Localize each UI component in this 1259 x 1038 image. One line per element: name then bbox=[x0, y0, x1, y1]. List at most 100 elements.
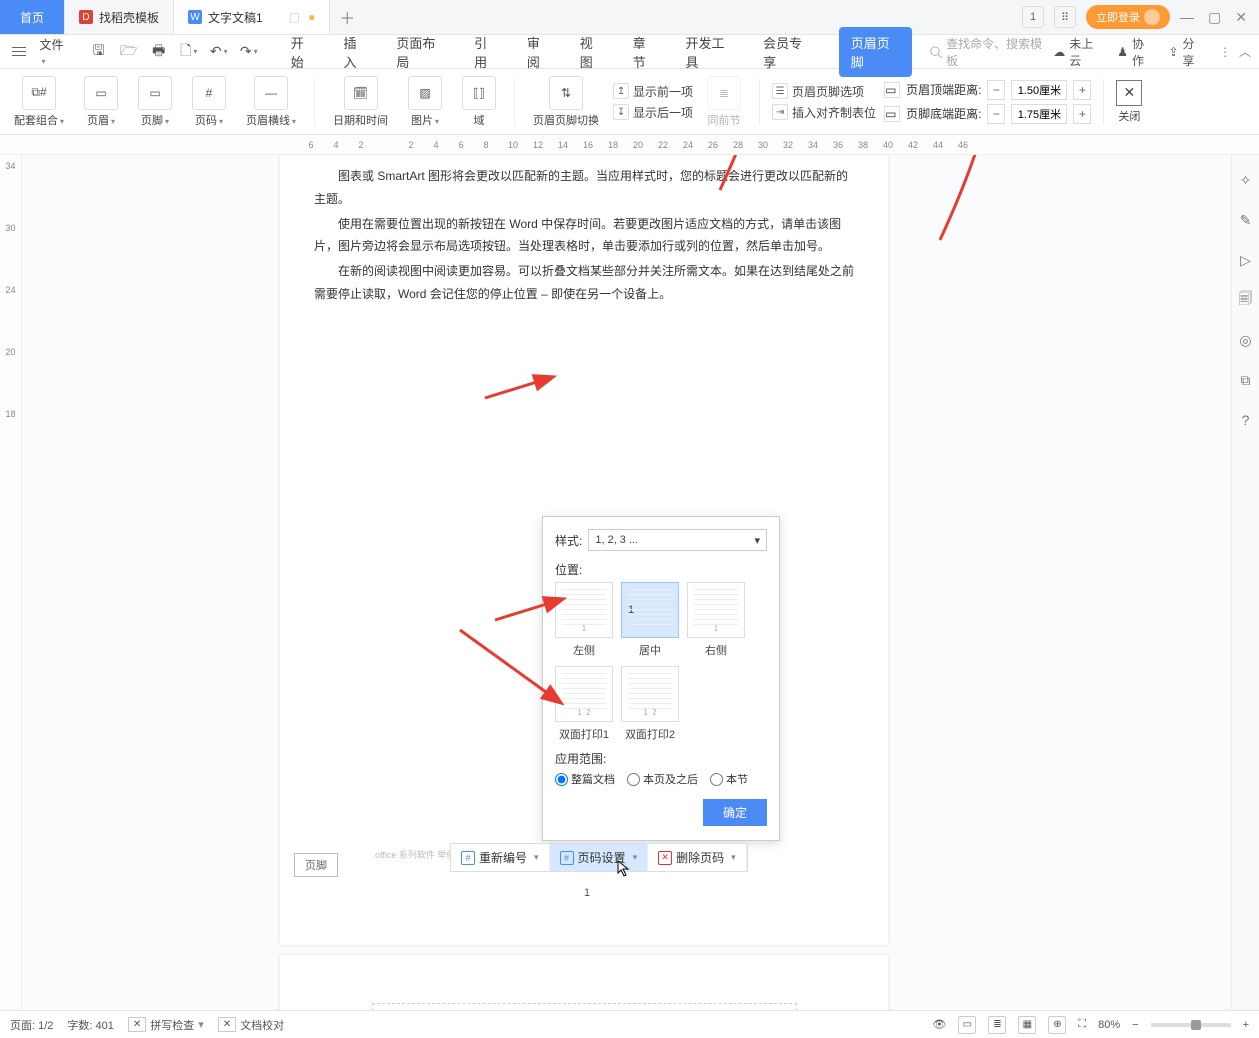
pen-icon[interactable]: ✎ bbox=[1237, 211, 1255, 229]
word-count[interactable]: 字数: 401 bbox=[67, 1017, 113, 1033]
sparkle-icon[interactable]: ✧ bbox=[1237, 171, 1255, 189]
zoom-value[interactable]: 80% bbox=[1098, 1019, 1120, 1031]
menu-review[interactable]: 审阅 bbox=[525, 27, 554, 77]
hdr-minus[interactable]: − bbox=[987, 80, 1005, 100]
file-menu[interactable]: 文件 bbox=[31, 36, 76, 67]
minimize-button[interactable]: — bbox=[1180, 9, 1194, 26]
hdr-plus[interactable]: + bbox=[1073, 80, 1091, 100]
style-select[interactable]: 1, 2, 3 ...▾ bbox=[588, 529, 767, 551]
pointer-icon[interactable]: ▷ bbox=[1237, 251, 1255, 269]
field-icon[interactable]: ⟦⟧ bbox=[462, 76, 496, 110]
hf-options[interactable]: ☰页眉页脚选项 bbox=[772, 83, 876, 100]
tab-templates[interactable]: D 找稻壳模板 bbox=[65, 0, 174, 34]
combo-label[interactable]: 配套组合 bbox=[14, 112, 64, 128]
ftr-dist-input[interactable] bbox=[1011, 104, 1067, 124]
search-command[interactable]: 查找命令、搜索模板 bbox=[929, 35, 1052, 69]
share-button[interactable]: ⇪分享 bbox=[1168, 35, 1205, 69]
close-headerfooter[interactable]: ✕ 关闭 bbox=[1116, 80, 1142, 124]
hdr-dist-input[interactable] bbox=[1011, 80, 1067, 100]
pos-right[interactable]: 1 bbox=[687, 582, 745, 638]
hamburger-icon[interactable] bbox=[8, 47, 29, 56]
view-page-icon[interactable]: ▭ bbox=[958, 1016, 976, 1034]
ftr-minus[interactable]: − bbox=[987, 104, 1005, 124]
menu-pagelayout[interactable]: 页面布局 bbox=[394, 27, 448, 77]
combo-icon[interactable]: ⧉# bbox=[22, 76, 56, 110]
image-icon[interactable]: ▨ bbox=[408, 76, 442, 110]
qat-redo-icon[interactable]: ↷ bbox=[239, 42, 259, 62]
document-body[interactable]: 图表或 SmartArt 图形将会更改以匹配新的主题。当应用样式时，您的标题会进… bbox=[280, 155, 888, 306]
qat-undo-icon[interactable]: ↶ bbox=[209, 42, 229, 62]
qat-save-icon[interactable]: 🖫 bbox=[89, 42, 109, 62]
radio-this-and-after[interactable]: 本页及之后 bbox=[627, 771, 698, 787]
same-prev-icon[interactable]: ≣ bbox=[707, 76, 741, 110]
show-next[interactable]: ↧显示后一项 bbox=[613, 104, 693, 121]
pos-duplex1[interactable]: 1 2 bbox=[555, 666, 613, 722]
pos-center[interactable]: 1 bbox=[621, 582, 679, 638]
renumber-button[interactable]: #重新编号 bbox=[451, 844, 550, 871]
spellcheck-button[interactable]: ✕拼写检查▾ bbox=[128, 1017, 204, 1033]
header-icon[interactable]: ▭ bbox=[84, 76, 118, 110]
maximize-button[interactable]: ▢ bbox=[1208, 9, 1221, 26]
target-icon[interactable]: ◎ bbox=[1237, 331, 1255, 349]
window-count-icon[interactable]: 1 bbox=[1022, 6, 1044, 28]
zoom-slider[interactable] bbox=[1151, 1023, 1231, 1027]
delete-pagenum-button[interactable]: ✕删除页码 bbox=[648, 844, 747, 871]
view-outline-icon[interactable]: ≣ bbox=[988, 1016, 1006, 1034]
hf-toggle-icon[interactable]: ⇅ bbox=[549, 76, 583, 110]
pagenum-icon[interactable]: # bbox=[192, 76, 226, 110]
menu-headerfooter[interactable]: 页眉页脚 bbox=[839, 27, 913, 77]
qat-open-icon[interactable]: 🗁 bbox=[119, 42, 139, 62]
header-edit-area[interactable] bbox=[372, 1003, 797, 1010]
tab-home[interactable]: 首页 bbox=[0, 0, 65, 34]
login-button[interactable]: 立即登录 bbox=[1086, 5, 1170, 29]
help-icon[interactable]: ? bbox=[1237, 411, 1255, 429]
more-icon[interactable]: ⋮ bbox=[1219, 45, 1231, 59]
vertical-ruler[interactable]: 3430242018 bbox=[0, 155, 22, 1010]
menu-insert[interactable]: 插入 bbox=[342, 27, 371, 77]
headerline-icon[interactable]: — bbox=[254, 76, 288, 110]
ok-button[interactable]: 确定 bbox=[703, 799, 767, 826]
pos-duplex2[interactable]: 1 2 bbox=[621, 666, 679, 722]
pagenum-label[interactable]: 页码 bbox=[195, 112, 223, 128]
hf-toggle-label[interactable]: 页眉页脚切换 bbox=[533, 112, 599, 128]
pos-left[interactable]: 1 bbox=[555, 582, 613, 638]
book-icon[interactable]: ⧉ bbox=[1237, 371, 1255, 389]
image-label[interactable]: 图片 bbox=[411, 112, 439, 128]
datetime-icon[interactable]: 🗓 bbox=[344, 76, 378, 110]
fullscreen-icon[interactable]: ⛶ bbox=[1078, 1018, 1086, 1031]
close-window-button[interactable]: ✕ bbox=[1235, 9, 1247, 26]
menu-section[interactable]: 章节 bbox=[631, 27, 660, 77]
menu-reference[interactable]: 引用 bbox=[472, 27, 501, 77]
qat-print-icon[interactable]: 🖶 bbox=[149, 42, 169, 62]
menu-devtools[interactable]: 开发工具 bbox=[683, 27, 737, 77]
clipboard-icon[interactable]: 🗐 bbox=[1237, 291, 1255, 309]
footer-indicator[interactable]: 页脚 bbox=[294, 853, 338, 877]
collapse-icon[interactable]: ︿ bbox=[1239, 43, 1251, 60]
proofing-button[interactable]: ✕文档校对 bbox=[218, 1017, 284, 1033]
apps-icon[interactable]: ⠿ bbox=[1054, 6, 1076, 28]
header-label[interactable]: 页眉 bbox=[87, 112, 115, 128]
qat-preview-icon[interactable]: 🗋 bbox=[179, 42, 199, 62]
page-indicator[interactable]: 页面: 1/2 bbox=[10, 1017, 53, 1033]
radio-this-section[interactable]: 本节 bbox=[710, 771, 748, 787]
view-read-icon[interactable]: ⊕ bbox=[1048, 1016, 1066, 1034]
insert-align-tab[interactable]: ⇥插入对齐制表位 bbox=[772, 104, 876, 121]
ftr-plus[interactable]: + bbox=[1073, 104, 1091, 124]
coop-button[interactable]: ♟协作 bbox=[1117, 35, 1154, 69]
menu-start[interactable]: 开始 bbox=[289, 27, 318, 77]
eye-icon[interactable]: 👁 bbox=[932, 1018, 946, 1031]
zoom-out[interactable]: − bbox=[1132, 1019, 1138, 1031]
menu-view[interactable]: 视图 bbox=[578, 27, 607, 77]
datetime-label[interactable]: 日期和时间 bbox=[333, 112, 388, 128]
radio-whole-doc[interactable]: 整篇文档 bbox=[555, 771, 615, 787]
cloud-status[interactable]: ☁未上云 bbox=[1053, 35, 1103, 69]
zoom-in[interactable]: + bbox=[1243, 1019, 1249, 1031]
menu-member[interactable]: 会员专享 bbox=[761, 27, 815, 77]
footer-icon[interactable]: ▭ bbox=[138, 76, 172, 110]
show-prev[interactable]: ↥显示前一项 bbox=[613, 83, 693, 100]
field-label[interactable]: 域 bbox=[474, 112, 485, 128]
headerline-label[interactable]: 页眉横线 bbox=[246, 112, 296, 128]
view-web-icon[interactable]: ▦ bbox=[1018, 1016, 1036, 1034]
pagenum-settings-button[interactable]: #页码设置 bbox=[550, 844, 649, 871]
horizontal-ruler[interactable]: 6422468101214161820222426283032343638404… bbox=[0, 135, 1259, 155]
